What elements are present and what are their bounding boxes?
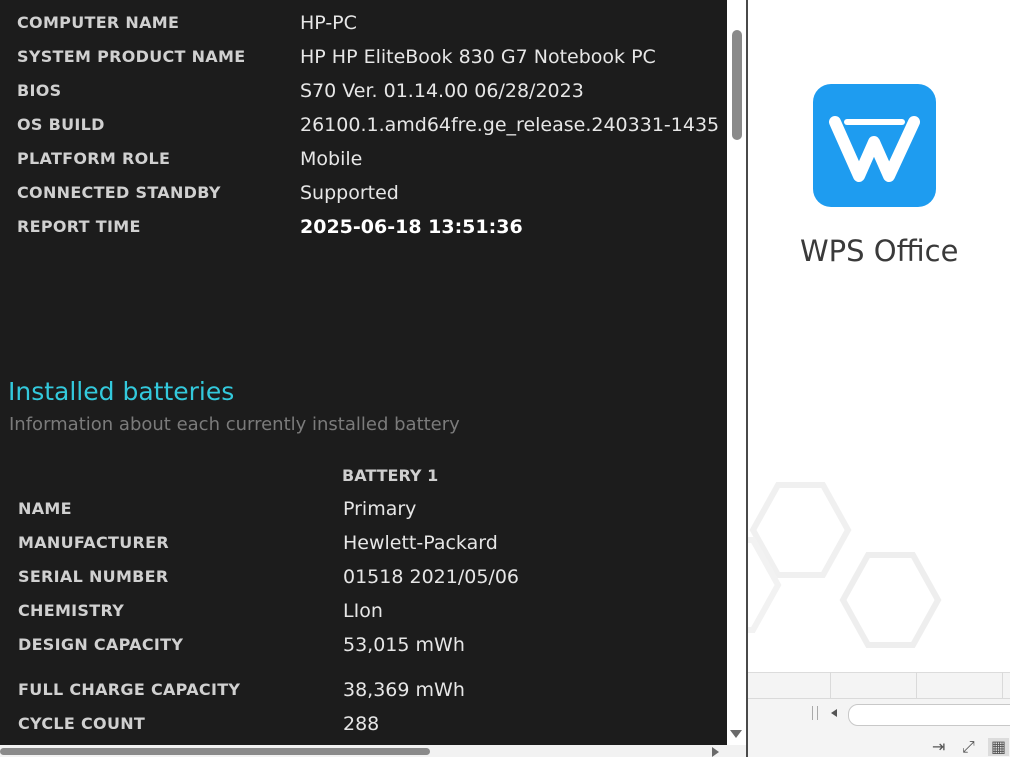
wps-office-window: WPS Office ⇥ ⤢ ▦ (748, 0, 1010, 757)
battery-label: DESIGN CAPACITY (18, 635, 184, 654)
info-value: 26100.1.amd64fre.ge_release.240331-1435 (300, 114, 720, 136)
scroll-down-arrow-icon[interactable] (730, 730, 742, 738)
info-value: Mobile (300, 148, 363, 170)
battery-label: CYCLE COUNT (18, 714, 146, 733)
battery-row-serial-number: SERIAL NUMBER 01518 2021/05/06 (0, 562, 727, 592)
horizontal-scroll-thumb[interactable] (0, 748, 430, 755)
info-row-bios: BIOS S70 Ver. 01.14.00 06/28/2023 (0, 76, 727, 106)
grid-column-line (916, 672, 917, 698)
info-row-computer-name: COMPUTER NAME HP-PC (0, 8, 727, 38)
battery-value: 288 (343, 713, 380, 735)
grid-row-line (748, 698, 1010, 699)
battery-row-name: NAME Primary (0, 494, 727, 524)
battery-label: SERIAL NUMBER (18, 567, 169, 586)
info-value: S70 Ver. 01.14.00 06/28/2023 (300, 80, 584, 102)
battery-value: Hewlett-Packard (343, 532, 498, 554)
fullscreen-icon[interactable]: ⤢ (962, 738, 975, 756)
grid-view-icon[interactable]: ▦ (988, 738, 1010, 756)
info-label: REPORT TIME (17, 217, 141, 236)
scroll-right-arrow-icon[interactable] (712, 747, 719, 757)
grid-column-line (1002, 672, 1003, 698)
info-label: OS BUILD (17, 115, 105, 134)
info-value: Supported (300, 182, 399, 204)
battery-row-manufacturer: MANUFACTURER Hewlett-Packard (0, 528, 727, 558)
info-value: 2025-06-18 13:51:36 (300, 216, 523, 238)
splitter-handle-icon[interactable] (812, 706, 818, 720)
battery-value: 53,015 mWh (343, 634, 465, 656)
section-subtitle: Information about each currently install… (9, 414, 460, 435)
battery-value: Primary (343, 498, 417, 520)
battery-label: CHEMISTRY (18, 601, 125, 620)
info-row-os-build: OS BUILD 26100.1.amd64fre.ge_release.240… (0, 110, 727, 140)
status-bar-icons: ⇥ ⤢ ▦ (928, 736, 1010, 757)
info-value: HP HP EliteBook 830 G7 Notebook PC (300, 46, 656, 68)
battery-row-design-capacity: DESIGN CAPACITY 53,015 mWh (0, 630, 727, 660)
info-label: COMPUTER NAME (17, 13, 180, 32)
info-label: PLATFORM ROLE (17, 149, 171, 168)
export-icon[interactable]: ⇥ (932, 738, 945, 756)
info-row-connected-standby: CONNECTED STANDBY Supported (0, 178, 727, 208)
info-row-system-product-name: SYSTEM PRODUCT NAME HP HP EliteBook 830 … (0, 42, 727, 72)
battery-row-cycle-count: CYCLE COUNT 288 (0, 709, 727, 739)
wps-app-name: WPS Office (800, 234, 959, 268)
battery-value: 38,369 mWh (343, 679, 465, 701)
battery-label: NAME (18, 499, 72, 518)
wps-logo-icon (813, 84, 936, 207)
battery-row-full-charge-capacity: FULL CHARGE CAPACITY 38,369 mWh (0, 675, 727, 705)
info-label: BIOS (17, 81, 62, 100)
battery-value: 01518 2021/05/06 (343, 566, 519, 588)
info-row-report-time: REPORT TIME 2025-06-18 13:51:36 (0, 212, 727, 242)
sheet-horizontal-scrollbar[interactable] (848, 704, 1010, 726)
battery-column-header: BATTERY 1 (342, 466, 439, 485)
info-label: CONNECTED STANDBY (17, 183, 221, 202)
section-title: Installed batteries (8, 377, 235, 406)
battery-label: MANUFACTURER (18, 533, 169, 552)
info-label: SYSTEM PRODUCT NAME (17, 47, 246, 66)
battery-value: LIon (343, 600, 383, 622)
hexagon-pattern-icon (748, 482, 942, 648)
grid-column-line (830, 672, 831, 698)
info-value: HP-PC (300, 12, 357, 34)
battery-row-chemistry: CHEMISTRY LIon (0, 596, 727, 626)
vertical-scroll-thumb[interactable] (732, 30, 742, 140)
battery-report-page: COMPUTER NAME HP-PC SYSTEM PRODUCT NAME … (0, 0, 727, 745)
info-row-platform-role: PLATFORM ROLE Mobile (0, 144, 727, 174)
battery-label: FULL CHARGE CAPACITY (18, 680, 241, 699)
sheet-scroll-left-icon[interactable] (831, 709, 837, 717)
